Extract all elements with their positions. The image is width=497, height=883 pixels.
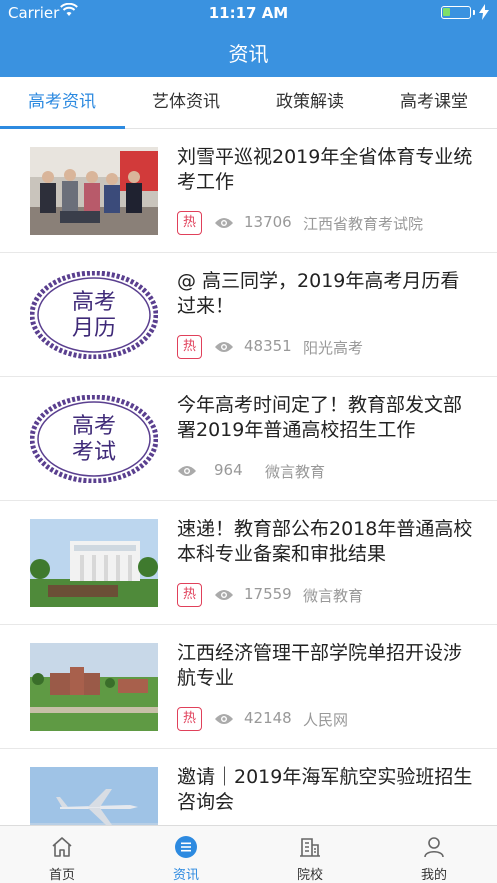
battery-cap: [473, 10, 475, 15]
list-item[interactable]: 邀请｜2019年海军航空实验班招生咨询会: [0, 749, 497, 825]
battery-icon: [441, 6, 471, 19]
article-title: 刘雪平巡视2019年全省体育专业统考工作: [177, 146, 473, 193]
view-count: 964: [214, 461, 243, 479]
list-item[interactable]: 高考 考试 今年高考时间定了！教育部发文部署2019年普通高校招生工作 964 …: [0, 377, 497, 501]
eye-icon: [215, 218, 233, 228]
school-icon: [300, 838, 320, 857]
article-source: 人民网: [303, 711, 349, 729]
article-title: 今年高考时间定了！教育部发文部署2019年普通高校招生工作: [177, 394, 463, 441]
home-icon: [52, 837, 72, 857]
article-thumbnail: [30, 519, 158, 607]
eye-icon: [178, 466, 196, 476]
article-thumbnail: 高考 考试: [30, 395, 158, 483]
hot-badge: 热: [177, 583, 202, 607]
article-source: 江西省教育考试院: [303, 215, 424, 233]
list-item[interactable]: 刘雪平巡视2019年全省体育专业统考工作 热 13706 江西省教育考试院: [0, 129, 497, 253]
tab-gaokao-news[interactable]: 高考资讯: [0, 77, 124, 129]
tabbar-label: 我的: [420, 868, 447, 883]
article-source: 微言教育: [303, 587, 364, 605]
photo-jet-icon: [30, 767, 158, 825]
photo-campus-aerial-icon: [30, 643, 158, 731]
hot-badge: 热: [177, 211, 202, 235]
list-item[interactable]: 高考 月历 @ 高三同学，2019年高考月历看过来！ 热 48351 阳光高考: [0, 253, 497, 377]
tabbar-label: 院校: [296, 868, 323, 883]
profile-icon: [424, 837, 444, 858]
tabbar-home[interactable]: 首页: [0, 826, 124, 883]
hot-badge: 热: [177, 707, 202, 731]
article-title: @ 高三同学，2019年高考月历看过来！: [177, 270, 460, 317]
article-source: 微言教育: [265, 463, 326, 481]
article-thumbnail: [30, 767, 158, 825]
tabbar-profile[interactable]: 我的: [372, 826, 496, 883]
bottom-tab-bar: 首页 资讯 院校 我的: [0, 825, 497, 883]
eye-icon: [215, 590, 233, 600]
article-thumbnail: [30, 147, 158, 235]
article-title: 邀请｜2019年海军航空实验班招生咨询会: [177, 766, 473, 813]
badge-line-1: 高考: [72, 414, 116, 439]
article-source: 阳光高考: [303, 339, 364, 357]
article-list[interactable]: 刘雪平巡视2019年全省体育专业统考工作 热 13706 江西省教育考试院 高考…: [0, 129, 497, 825]
tab-arts-sports-news[interactable]: 艺体资讯: [124, 77, 248, 129]
badge-gaokao-yueli: 高考 月历: [30, 271, 158, 359]
tabbar-schools[interactable]: 院校: [248, 826, 372, 883]
view-count: 17559: [244, 585, 292, 603]
badge-gaokao-kaoshi: 高考 考试: [30, 395, 158, 483]
view-count: 42148: [244, 709, 292, 727]
article-title: 速递！教育部公布2018年普通高校本科专业备案和审批结果: [177, 518, 473, 565]
category-tabs: 高考资讯 艺体资讯 政策解读 高考课堂: [0, 77, 497, 129]
list-item[interactable]: 江西经济管理干部学院单招开设涉航专业 热 42148 人民网: [0, 625, 497, 749]
article-thumbnail: 高考 月历: [30, 271, 158, 359]
eye-icon: [215, 342, 233, 352]
article-title: 江西经济管理干部学院单招开设涉航专业: [177, 642, 463, 689]
badge-line-1: 高考: [72, 290, 116, 315]
tab-policy[interactable]: 政策解读: [248, 77, 372, 129]
news-icon: [175, 836, 197, 858]
tab-classroom[interactable]: 高考课堂: [372, 77, 496, 129]
tabbar-news[interactable]: 资讯: [124, 826, 248, 883]
photo-campus-gate-icon: [30, 519, 158, 607]
eye-icon: [215, 714, 233, 724]
view-count: 13706: [244, 213, 292, 231]
charging-icon: [479, 4, 489, 20]
app-header: Carrier 11:17 AM 资讯: [0, 0, 497, 77]
tabbar-label: 资讯: [172, 868, 199, 883]
badge-line-2: 月历: [72, 316, 116, 341]
list-item[interactable]: 速递！教育部公布2018年普通高校本科专业备案和审批结果 热 17559 微言教…: [0, 501, 497, 625]
status-bar: Carrier 11:17 AM: [0, 0, 497, 26]
view-count: 48351: [244, 337, 292, 355]
tabbar-label: 首页: [48, 868, 75, 883]
clock: 11:17 AM: [208, 4, 289, 22]
hot-badge: 热: [177, 335, 202, 359]
article-thumbnail: [30, 643, 158, 731]
badge-line-2: 考试: [72, 440, 116, 465]
photo-officials-icon: [30, 147, 158, 235]
page-title: 资讯: [228, 42, 269, 66]
